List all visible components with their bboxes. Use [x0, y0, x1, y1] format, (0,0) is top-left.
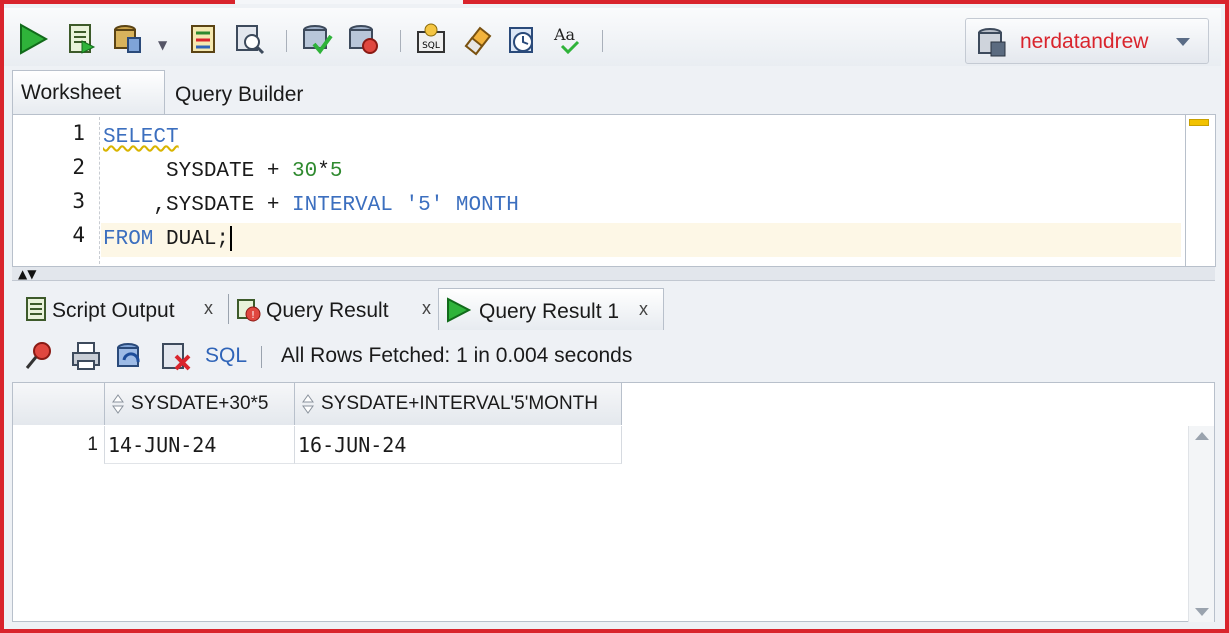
results-tab-bar: Script Output x ! Query Result x Query R…	[12, 284, 1215, 330]
code-token: FROM	[103, 228, 154, 251]
window-top-accent	[235, 0, 463, 4]
editor-scrollbar[interactable]	[1186, 114, 1216, 267]
grid-corner	[13, 383, 104, 425]
sql-link[interactable]: SQL	[205, 344, 247, 368]
code-line-3[interactable]: ,SYSDATE + INTERVAL '5' MONTH	[103, 189, 519, 223]
query-result-error-icon: !	[236, 296, 262, 322]
code-token: SELECT	[103, 126, 179, 149]
code-line-1[interactable]: SELECT	[103, 121, 179, 155]
tab-label: Query Result	[266, 299, 389, 322]
tab-separator	[228, 294, 229, 324]
freeze-pin-icon[interactable]	[22, 340, 54, 372]
toolbar-separator	[602, 30, 603, 52]
commit-icon[interactable]	[300, 22, 334, 56]
gutter-divider	[99, 117, 100, 264]
code-token: ,SYSDATE +	[103, 194, 293, 217]
run-result-icon	[445, 297, 472, 323]
line-number-gutter: 1 2 3 4	[13, 115, 99, 266]
script-output-icon	[24, 296, 50, 322]
code-line-4[interactable]: FROM DUAL;	[103, 223, 233, 257]
connection-selector[interactable]: nerdatandrew	[965, 18, 1209, 64]
splitter-arrows-icon[interactable]: ▲▼	[18, 267, 36, 281]
tab-label: Script Output	[52, 299, 175, 322]
warning-marker[interactable]	[1189, 119, 1209, 126]
fetch-status: All Rows Fetched: 1 in 0.004 seconds	[281, 344, 633, 367]
print-icon[interactable]	[70, 340, 102, 372]
grid-cell[interactable]: 14-JUN-24	[104, 426, 294, 464]
connection-name: nerdatandrew	[1020, 30, 1149, 53]
scroll-up-icon[interactable]	[1195, 432, 1209, 440]
main-toolbar: ▼ SQL Aa nerdatandrew	[4, 8, 1221, 66]
refresh-icon[interactable]	[114, 340, 146, 372]
rollback-icon[interactable]	[346, 22, 380, 56]
code-token: MONTH	[455, 194, 519, 217]
results-toolbar: SQL All Rows Fetched: 1 in 0.004 seconds	[12, 332, 1215, 382]
tab-query-builder[interactable]: Query Builder	[167, 73, 311, 117]
svg-text:Aa: Aa	[553, 25, 576, 44]
code-token: SYSDATE +	[103, 160, 293, 183]
sort-icon[interactable]	[111, 393, 125, 415]
line-number: 4	[72, 223, 85, 247]
code-token: *	[317, 160, 330, 183]
line-number: 2	[72, 155, 85, 179]
chevron-down-icon	[1176, 38, 1190, 46]
current-line-highlight	[101, 223, 1181, 257]
column-header[interactable]: SYSDATE+30*5	[104, 383, 294, 425]
results-grid[interactable]: SYSDATE+30*5 SYSDATE+INTERVAL'5'MONTH 1 …	[12, 382, 1215, 622]
sort-icon[interactable]	[301, 393, 315, 415]
sql-history-icon[interactable]	[506, 22, 540, 56]
unshared-sql-worksheet-icon[interactable]: SQL	[414, 22, 448, 56]
sql-tuning-advisor-icon[interactable]	[232, 22, 266, 56]
tab-label: Query Result 1	[479, 300, 620, 323]
tab-worksheet[interactable]: Worksheet	[12, 70, 165, 114]
column-header[interactable]: SYSDATE+INTERVAL'5'MONTH	[294, 383, 622, 425]
code-token: 30	[292, 160, 318, 183]
column-header-label: SYSDATE+30*5	[131, 393, 269, 414]
explain-plan-icon[interactable]	[188, 22, 222, 56]
worksheet-tab-bar: Worksheet Query Builder	[12, 70, 1215, 114]
grid-cell[interactable]: 16-JUN-24	[294, 426, 622, 464]
toolbar-separator	[400, 30, 401, 52]
text-caret	[230, 225, 233, 251]
code-token: DUAL;	[153, 228, 230, 251]
close-icon[interactable]: x	[204, 298, 213, 319]
line-number: 1	[72, 121, 85, 145]
svg-text:SQL: SQL	[422, 41, 440, 51]
to-upper-lower-case-icon[interactable]: Aa	[552, 22, 586, 56]
autotrace-dropdown-icon[interactable]: ▼	[158, 38, 167, 52]
code-token: 5	[329, 160, 343, 183]
line-number: 3	[72, 189, 85, 213]
run-statement-icon[interactable]	[16, 22, 50, 56]
database-connection-icon	[976, 26, 1008, 58]
svg-text:!: !	[251, 310, 255, 321]
toolbar-separator	[261, 346, 262, 368]
column-header-label: SYSDATE+INTERVAL'5'MONTH	[321, 393, 599, 414]
tab-query-result[interactable]: ! Query Result x	[230, 288, 440, 330]
grid-scrollbar[interactable]	[1188, 426, 1214, 622]
run-script-icon[interactable]	[64, 22, 98, 56]
code-line-2[interactable]: SYSDATE + 30*5	[103, 155, 342, 189]
close-icon[interactable]: x	[639, 299, 648, 320]
tab-script-output[interactable]: Script Output x	[18, 288, 230, 330]
tab-query-result-1[interactable]: Query Result 1 x	[438, 288, 664, 330]
autotrace-icon[interactable]	[110, 22, 144, 56]
toolbar-separator	[286, 30, 287, 52]
clear-eraser-icon[interactable]	[460, 22, 494, 56]
scroll-down-icon[interactable]	[1195, 608, 1209, 616]
code-token: '5'	[392, 194, 456, 217]
sql-editor[interactable]: 1 2 3 4 SELECT SYSDATE + 30*5 ,SYSDATE +…	[12, 114, 1186, 267]
cancel-query-icon[interactable]	[160, 340, 192, 372]
editor-results-splitter[interactable]: ▲▼	[12, 267, 1215, 281]
close-icon[interactable]: x	[422, 298, 431, 319]
code-token: INTERVAL	[292, 194, 393, 217]
row-number: 1	[87, 434, 98, 455]
